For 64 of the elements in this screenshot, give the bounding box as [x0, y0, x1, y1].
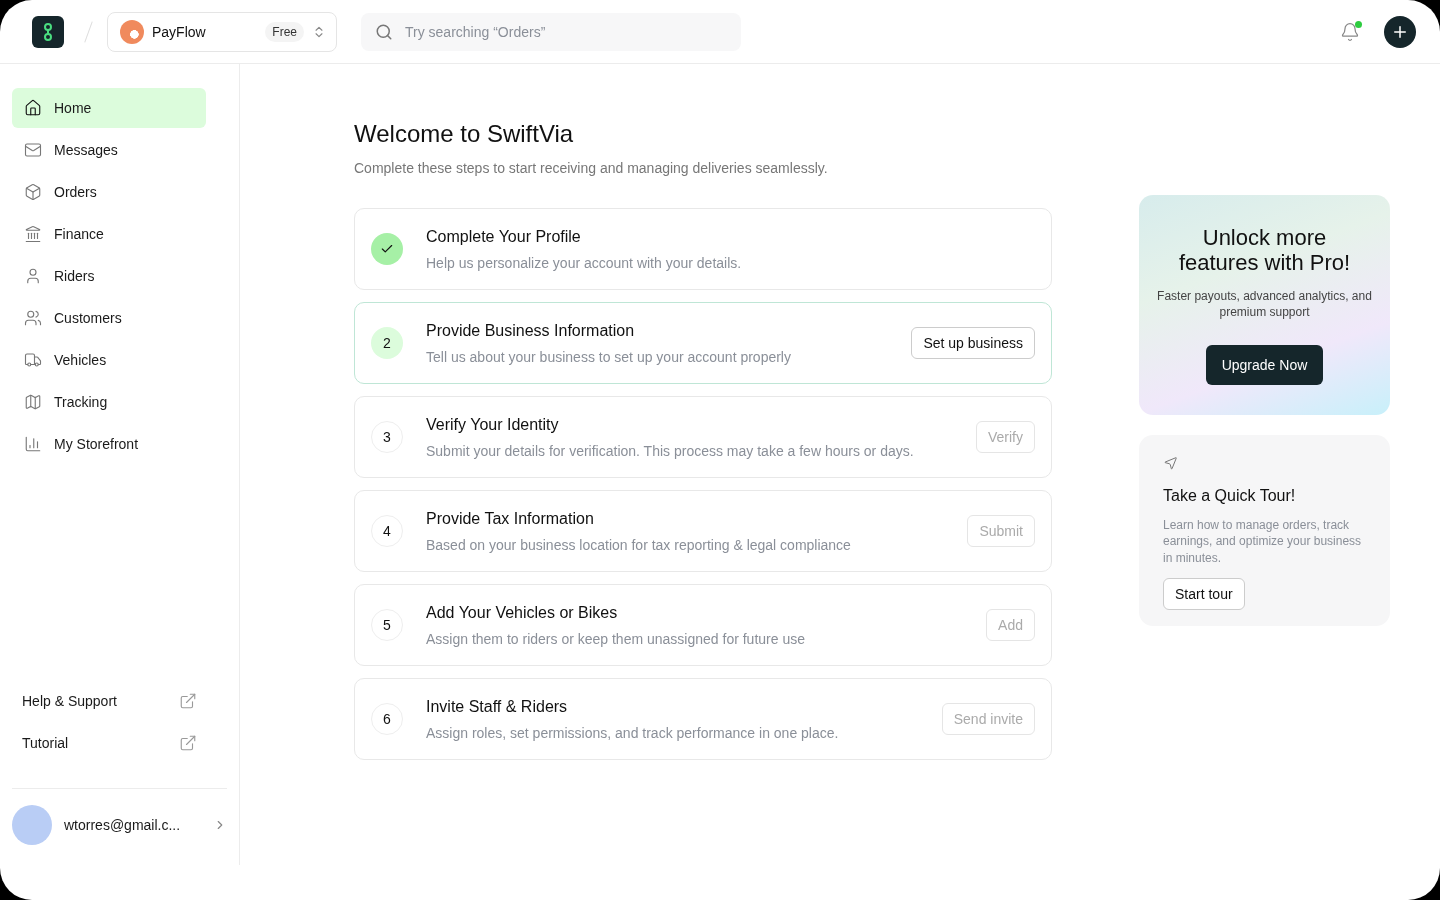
step-title: Provide Business Information	[426, 321, 636, 340]
sidebar-link[interactable]: Tutorial	[12, 722, 227, 764]
page-subtitle: Complete these steps to start receiving and managing deliveries seamlessly.	[354, 160, 829, 176]
step-title: Complete Your Profile	[426, 227, 582, 246]
sidebar-item[interactable]: My Storefront	[12, 424, 206, 464]
step-indicator: 5	[371, 609, 403, 641]
sidebar-item[interactable]: Riders	[12, 256, 206, 296]
bell-icon	[1340, 21, 1360, 42]
step-description: Based on your business location for tax reporting & legal compliance	[426, 536, 852, 553]
step-button[interactable]: Set up business	[911, 327, 1035, 359]
user-avatar	[12, 805, 52, 845]
step-description: Help us personalize your account with your details.	[426, 254, 743, 271]
start-tour-button[interactable]: Start tour	[1163, 577, 1245, 610]
step-title: Provide Tax Information	[426, 509, 595, 528]
link-icon	[41, 21, 55, 42]
upgrade-button[interactable]: Upgrade Now	[1205, 345, 1324, 386]
tour-title: Take a Quick Tour!	[1163, 487, 1297, 506]
step-title: Verify Your Identity	[426, 415, 560, 434]
sidebar-item[interactable]: Orders	[12, 172, 206, 212]
search-icon	[375, 22, 393, 41]
notifications-button[interactable]	[1340, 21, 1360, 42]
step-indicator: 4	[371, 515, 403, 547]
external-link-icon	[179, 692, 197, 710]
step-description: Tell us about your business to set up your account properly	[426, 348, 792, 365]
step-title: Add Your Vehicles or Bikes	[426, 603, 619, 622]
promo-text: Faster payouts, advanced analytics, and premium support	[1156, 287, 1373, 322]
add-button[interactable]	[1384, 15, 1416, 48]
promo-title: Unlock more features with Pro!	[1177, 225, 1352, 276]
step-description: Submit your details for verification. This process may take a few hours or days.	[426, 442, 915, 459]
nav-icon	[24, 309, 42, 327]
nav-icon	[24, 99, 42, 117]
nav-icon	[24, 351, 42, 369]
nav-icon	[24, 225, 42, 243]
sidebar-item[interactable]: Home	[12, 88, 206, 128]
nav-icon	[24, 393, 42, 411]
page-title: Welcome to SwiftVia	[354, 120, 575, 148]
workspace-name: PayFlow	[152, 23, 206, 40]
sidebar-item[interactable]: Messages	[12, 130, 206, 170]
tour-text: Learn how to manage orders, track earnings, and optimize your business in minutes.	[1163, 517, 1363, 566]
step-title: Invite Staff & Riders	[426, 697, 569, 716]
sidebar-item[interactable]: Finance	[12, 214, 206, 254]
nav-icon	[24, 267, 42, 285]
step-indicator: 3	[371, 421, 403, 453]
workspace-logo	[120, 19, 144, 44]
nav-icon	[24, 141, 42, 159]
plan-badge: Free	[265, 21, 304, 42]
step-indicator: 2	[371, 327, 403, 359]
sidebar-item[interactable]: Tracking	[12, 382, 206, 422]
step-indicator: 6	[371, 703, 403, 735]
sidebar-item[interactable]: Vehicles	[12, 340, 206, 380]
workspace-switcher[interactable]: PayFlow Free	[107, 11, 337, 52]
sidebar-item[interactable]: Customers	[12, 298, 206, 338]
cursor-icon	[1163, 455, 1179, 472]
check-icon	[380, 242, 394, 256]
user-email: wtorres@gmail.c...	[64, 817, 182, 833]
user-menu[interactable]: wtorres@gmail.c...	[12, 788, 227, 865]
step-description: Assign them to riders or keep them unassigned for future use	[426, 630, 806, 647]
search-field[interactable]: Try searching “Orders”	[361, 12, 741, 51]
sidebar-link[interactable]: Help & Support	[12, 680, 227, 722]
external-link-icon	[179, 734, 197, 752]
app-logo[interactable]	[32, 15, 64, 48]
nav-icon	[24, 183, 42, 201]
nav-icon	[24, 435, 42, 453]
step-description: Assign roles, set permissions, and track performance in one place.	[426, 724, 840, 741]
